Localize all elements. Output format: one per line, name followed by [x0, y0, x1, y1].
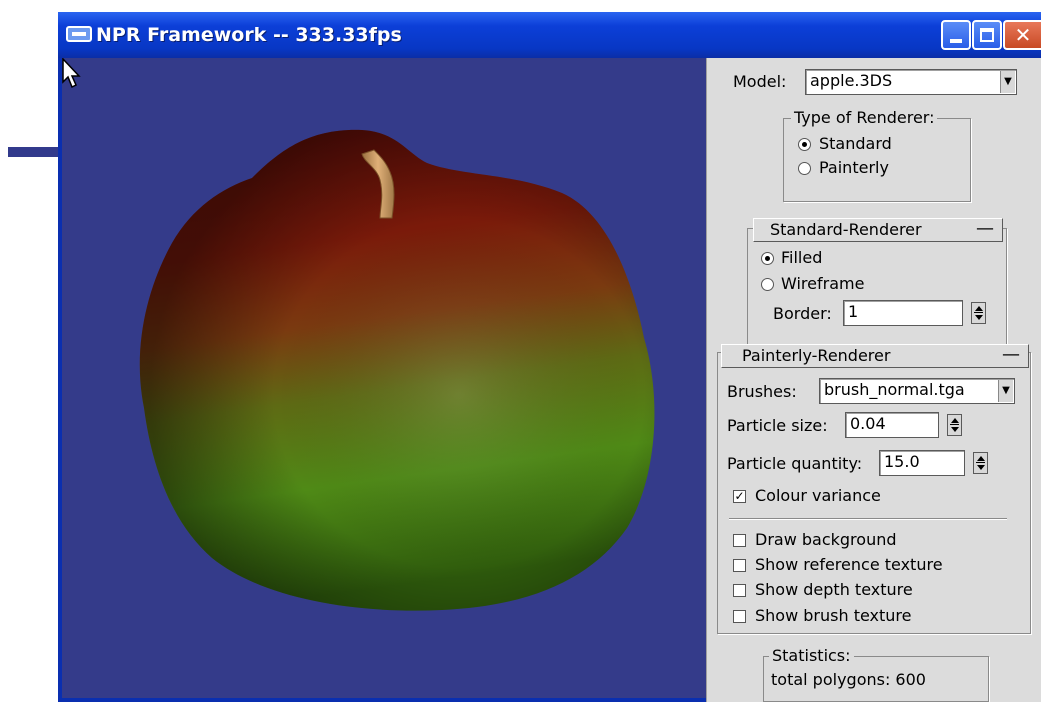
minimize-icon: [943, 22, 969, 48]
radio-filled[interactable]: [761, 252, 774, 265]
maximize-icon: [974, 22, 1000, 48]
maximize-button[interactable]: [972, 20, 1002, 50]
border-value: 1: [848, 302, 859, 321]
model-value: apple.3DS: [810, 71, 893, 90]
brushes-value: brush_normal.tga: [824, 380, 965, 399]
separator: [729, 518, 1007, 520]
checkbox-show-depth-texture[interactable]: [733, 584, 746, 597]
statistics-title: Statistics:: [769, 646, 854, 666]
chevron-down-icon[interactable]: ▼: [1000, 71, 1015, 93]
radio-filled-label: Filled: [781, 248, 823, 267]
app-window-icon: [66, 26, 92, 42]
border-label: Border:: [773, 304, 832, 323]
particle-size-spinner[interactable]: [947, 414, 962, 436]
app-window: NPR Framework -- 333.33fps ✕ Model: appl…: [58, 12, 1041, 702]
mouse-pointer-icon: [62, 58, 81, 89]
window-title: NPR Framework -- 333.33fps: [96, 24, 402, 46]
checkbox-draw-background[interactable]: [733, 534, 746, 547]
particle-size-value: 0.04: [850, 414, 886, 433]
collapse-icon[interactable]: —: [976, 219, 994, 239]
title-bar[interactable]: NPR Framework -- 333.33fps ✕: [58, 12, 1041, 58]
brushes-label: Brushes:: [727, 382, 797, 401]
renderer-type-title: Type of Renderer:: [791, 108, 938, 128]
particle-quantity-input[interactable]: 15.0: [879, 450, 965, 476]
radio-standard-label: Standard: [819, 134, 892, 153]
close-icon: ✕: [1014, 23, 1032, 47]
radio-wireframe[interactable]: [761, 278, 774, 291]
border-input[interactable]: 1: [843, 300, 963, 326]
standard-renderer-title: Standard-Renderer: [770, 220, 922, 239]
radio-wireframe-label: Wireframe: [781, 274, 865, 293]
radio-standard[interactable]: [798, 138, 811, 151]
control-panel: Model: apple.3DS ▼ Type of Renderer: Sta…: [706, 58, 1041, 702]
show-depth-texture-label: Show depth texture: [755, 580, 913, 599]
checkbox-show-brush-texture[interactable]: [733, 610, 746, 623]
collapse-icon[interactable]: —: [1002, 345, 1020, 365]
show-brush-texture-label: Show brush texture: [755, 606, 912, 625]
close-button[interactable]: ✕: [1003, 20, 1041, 50]
apple-render: [139, 129, 655, 611]
decorative-line: [8, 147, 64, 157]
render-viewport[interactable]: [62, 58, 706, 698]
checkbox-colour-variance[interactable]: ✓: [733, 490, 746, 503]
particle-quantity-spinner[interactable]: [973, 452, 988, 474]
model-select[interactable]: apple.3DS ▼: [805, 69, 1017, 95]
radio-painterly-label: Painterly: [819, 158, 889, 177]
model-label: Model:: [733, 72, 787, 91]
minimize-button[interactable]: [941, 20, 971, 50]
brushes-select[interactable]: brush_normal.tga ▼: [819, 378, 1015, 404]
radio-painterly[interactable]: [798, 162, 811, 175]
painterly-renderer-title: Painterly-Renderer: [742, 346, 891, 365]
standard-renderer-header[interactable]: Standard-Renderer —: [753, 218, 1003, 242]
particle-quantity-label: Particle quantity:: [727, 454, 863, 473]
show-reference-texture-label: Show reference texture: [755, 555, 943, 574]
statistics-text: total polygons: 600: [771, 670, 926, 689]
painterly-renderer-header[interactable]: Painterly-Renderer —: [721, 344, 1029, 368]
particle-size-input[interactable]: 0.04: [845, 412, 939, 438]
border-spinner[interactable]: [971, 302, 986, 324]
chevron-down-icon[interactable]: ▼: [998, 380, 1013, 402]
particle-quantity-value: 15.0: [884, 452, 920, 471]
checkbox-show-reference-texture[interactable]: [733, 559, 746, 572]
colour-variance-label: Colour variance: [755, 486, 881, 505]
draw-background-label: Draw background: [755, 530, 897, 549]
particle-size-label: Particle size:: [727, 416, 828, 435]
